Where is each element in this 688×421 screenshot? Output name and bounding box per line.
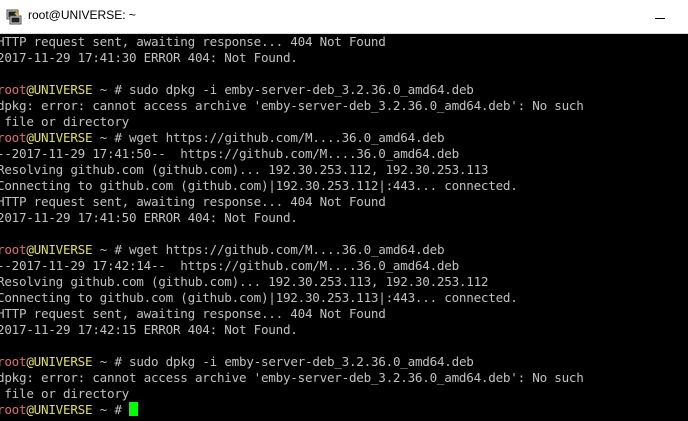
prompt-user: root <box>0 130 27 145</box>
active-prompt-line: root@UNIVERSE ~ # <box>0 402 139 418</box>
output-line: 2017-11-29 17:42:15 ERROR 404: Not Found… <box>0 322 298 337</box>
prompt-line: root@UNIVERSE ~ # wget https://github.co… <box>0 242 445 258</box>
prompt-host: @UNIVERSE <box>26 130 93 145</box>
prompt-host: @UNIVERSE <box>26 354 93 369</box>
command-text: wget https://github.com/M....36.0_amd64.… <box>129 242 445 257</box>
output-line: 2017-11-29 17:41:50 ERROR 404: Not Found… <box>0 210 298 225</box>
command-text: sudo dpkg -i emby-server-deb_3.2.36.0_am… <box>129 354 474 369</box>
command-text: wget https://github.com/M....36.0_amd64.… <box>129 130 445 145</box>
window-title: root@UNIVERSE: ~ <box>28 8 136 22</box>
output-line: Connecting to github.com (github.com)|19… <box>0 178 518 193</box>
output-line: HTTP request sent, awaiting response... … <box>0 34 386 49</box>
prompt-suffix: ~ # <box>92 354 130 369</box>
prompt-host: @UNIVERSE <box>26 402 93 417</box>
terminal-window: root@UNIVERSE: ~ HTTP request sent, awai… <box>0 0 688 421</box>
output-line: --2017-11-29 17:42:14-- https://github.c… <box>0 258 459 273</box>
title-bar[interactable]: root@UNIVERSE: ~ <box>0 0 688 34</box>
prompt-host: @UNIVERSE <box>26 82 93 97</box>
prompt-host: @UNIVERSE <box>26 242 93 257</box>
minimize-button[interactable] <box>640 4 680 30</box>
prompt-user: root <box>0 402 27 417</box>
output-line: dpkg: error: cannot access archive 'emby… <box>0 370 584 385</box>
output-line: 2017-11-29 17:41:30 ERROR 404: Not Found… <box>0 50 298 65</box>
prompt-suffix: ~ # <box>92 242 130 257</box>
putty-terminal-icon <box>6 9 22 25</box>
output-line: Resolving github.com (github.com)... 192… <box>0 274 489 289</box>
minimize-icon <box>655 18 665 19</box>
output-line: file or directory <box>0 386 129 401</box>
prompt-line: root@UNIVERSE ~ # sudo dpkg -i emby-serv… <box>0 82 474 98</box>
output-line: Connecting to github.com (github.com)|19… <box>0 290 518 305</box>
prompt-user: root <box>0 82 27 97</box>
text-cursor[interactable] <box>129 402 139 416</box>
prompt-user: root <box>0 242 27 257</box>
prompt-suffix: ~ # <box>92 82 130 97</box>
output-line: HTTP request sent, awaiting response... … <box>0 194 386 209</box>
terminal-output[interactable]: HTTP request sent, awaiting response... … <box>0 34 688 421</box>
prompt-suffix: ~ # <box>92 130 130 145</box>
output-line: dpkg: error: cannot access archive 'emby… <box>0 98 584 113</box>
prompt-line: root@UNIVERSE ~ # sudo dpkg -i emby-serv… <box>0 354 474 370</box>
output-line: Resolving github.com (github.com)... 192… <box>0 162 489 177</box>
output-line: HTTP request sent, awaiting response... … <box>0 306 386 321</box>
output-line: --2017-11-29 17:41:50-- https://github.c… <box>0 146 459 161</box>
command-text: sudo dpkg -i emby-server-deb_3.2.36.0_am… <box>129 82 474 97</box>
prompt-suffix: ~ # <box>92 402 130 417</box>
prompt-user: root <box>0 354 27 369</box>
output-line: file or directory <box>0 114 129 129</box>
prompt-line: root@UNIVERSE ~ # wget https://github.co… <box>0 130 445 146</box>
